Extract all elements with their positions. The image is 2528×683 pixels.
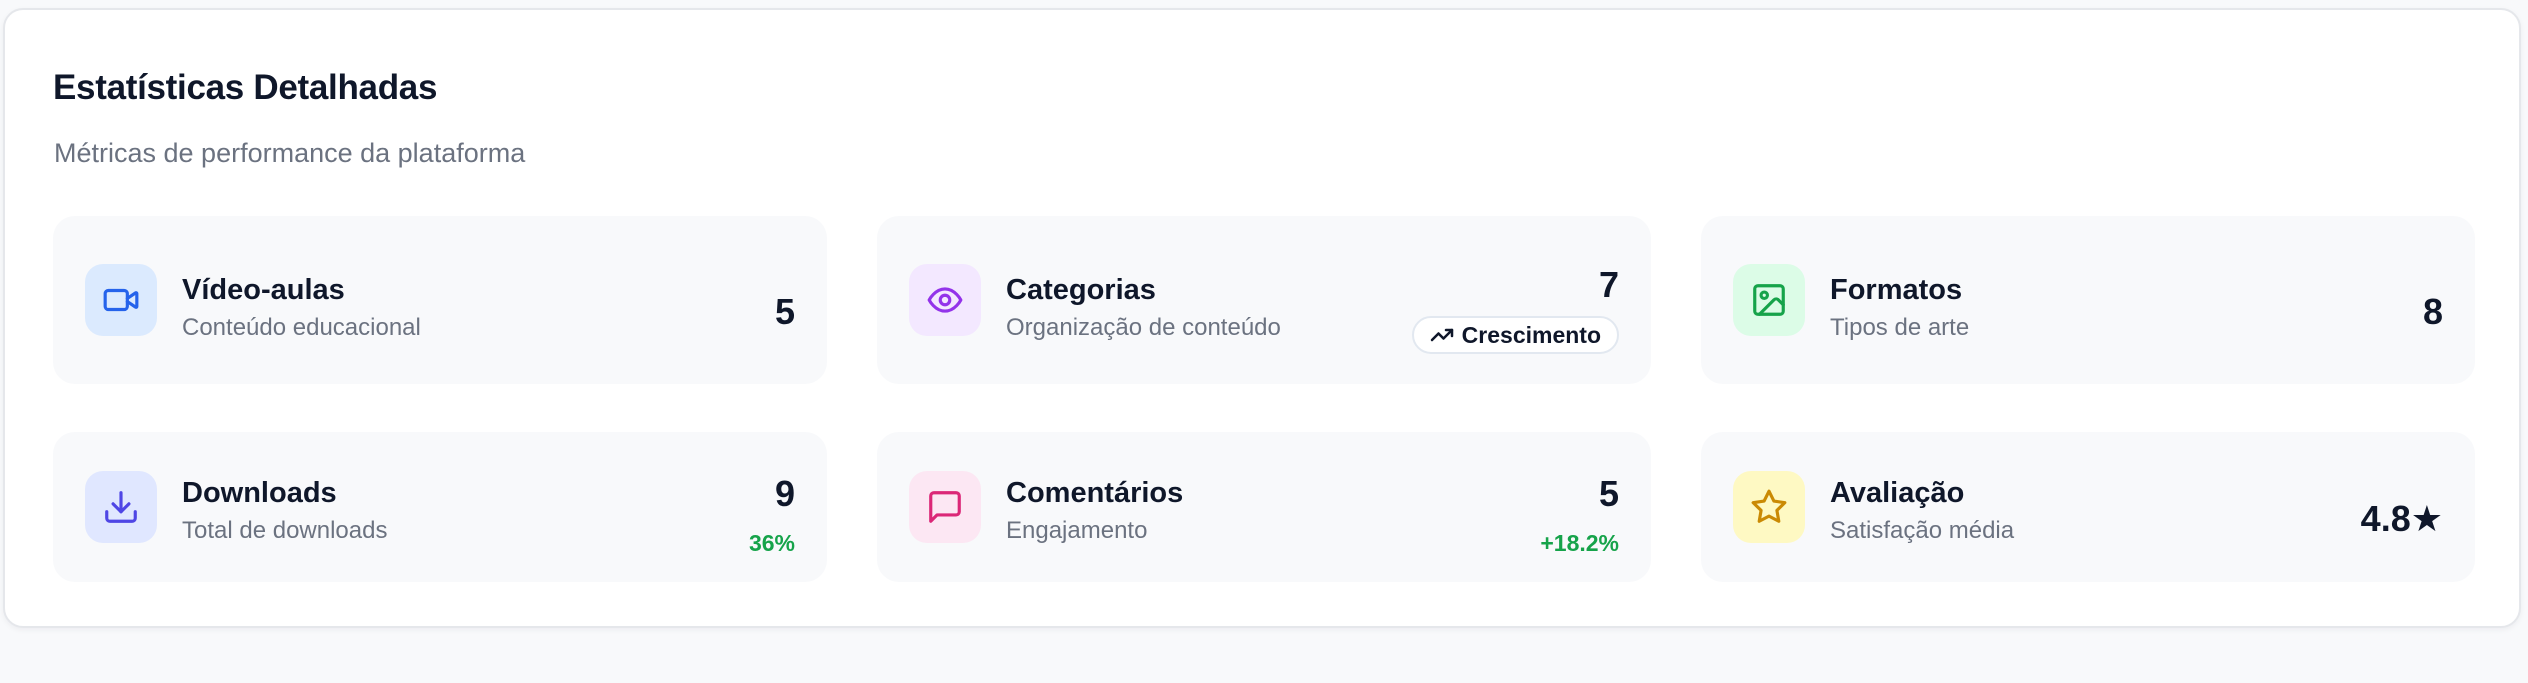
stat-title: Downloads — [182, 477, 337, 509]
stat-card-videos: Vídeo-aulas Conteúdo educacional 5 — [53, 216, 827, 384]
message-square-icon — [909, 471, 981, 543]
stat-value: 9 — [774, 473, 795, 514]
stat-value: 8 — [2422, 291, 2443, 332]
stat-value: 5 — [774, 291, 795, 332]
stats-panel: Estatísticas Detalhadas Métricas de perf… — [3, 8, 2521, 628]
stat-title: Vídeo-aulas — [182, 274, 345, 306]
stat-card-rating: Avaliação Satisfação média 4.8★ — [1701, 432, 2475, 582]
stat-title: Formatos — [1830, 274, 1963, 306]
stat-title: Avaliação — [1830, 477, 1965, 509]
growth-badge-label: Crescimento — [1461, 321, 1601, 348]
stat-value: 7 — [1598, 264, 1619, 305]
star-icon — [1733, 471, 1805, 543]
stat-card-formats: Formatos Tipos de arte 8 — [1701, 216, 2475, 384]
stat-subtitle: Satisfação média — [1830, 517, 2015, 544]
image-icon — [1733, 264, 1805, 336]
stat-card-categories: Categorias Organização de conteúdo 7 Cre… — [877, 216, 1651, 384]
stat-subtitle: Tipos de arte — [1830, 314, 1970, 341]
stat-trend: +18.2% — [1540, 530, 1619, 556]
panel-title: Estatísticas Detalhadas — [53, 68, 438, 107]
stat-title: Categorias — [1006, 274, 1156, 306]
stat-subtitle: Total de downloads — [182, 517, 388, 544]
eye-icon — [909, 264, 981, 336]
stat-card-downloads: Downloads Total de downloads 9 36% — [53, 432, 827, 582]
stat-value: 5 — [1598, 473, 1619, 514]
stat-title: Comentários — [1006, 477, 1184, 509]
stat-value: 4.8★ — [2360, 498, 2443, 539]
stat-trend: 36% — [748, 530, 795, 556]
growth-badge: Crescimento — [1411, 316, 1619, 354]
download-icon — [85, 471, 157, 543]
trending-up-icon — [1430, 323, 1454, 347]
stat-subtitle: Organização de conteúdo — [1006, 314, 1281, 341]
video-camera-icon — [85, 264, 157, 336]
panel-subtitle: Métricas de performance da plataforma — [54, 138, 526, 168]
stat-subtitle: Engajamento — [1006, 517, 1148, 544]
stat-card-comments: Comentários Engajamento 5 +18.2% — [877, 432, 1651, 582]
stat-subtitle: Conteúdo educacional — [182, 314, 421, 341]
